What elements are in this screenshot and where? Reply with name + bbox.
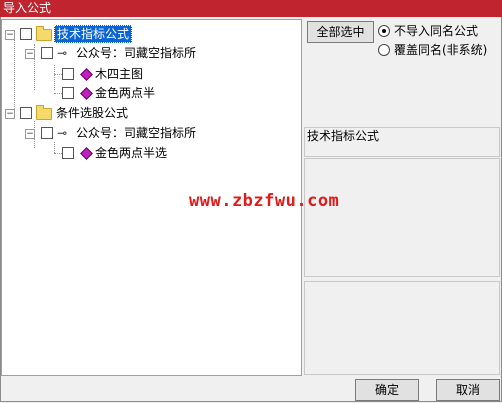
- ok-button[interactable]: 确定: [355, 379, 419, 401]
- tree-node-label[interactable]: 条件选股公式: [56, 105, 128, 121]
- checkbox[interactable]: [41, 127, 53, 139]
- checkbox[interactable]: [62, 87, 74, 99]
- checkbox[interactable]: [62, 68, 74, 80]
- tree-node-account-group[interactable]: − ⊸ 公众号：司藏空指标所: [2, 45, 242, 63]
- tree-node-account-group[interactable]: − ⊸ 公众号：司藏空指标所: [2, 125, 242, 143]
- collapse-icon[interactable]: −: [5, 109, 15, 119]
- tree-node-label[interactable]: 公众号：司藏空指标所: [76, 125, 196, 141]
- tree-node-label[interactable]: 金色两点半选: [95, 145, 167, 161]
- collapse-icon[interactable]: −: [25, 129, 35, 139]
- checkbox[interactable]: [62, 147, 74, 159]
- collapse-icon[interactable]: −: [5, 30, 15, 40]
- key-icon: ⊸: [57, 46, 68, 60]
- checkbox[interactable]: [20, 28, 32, 40]
- tree-node-screening-formulas[interactable]: − 条件选股公式: [2, 105, 202, 123]
- key-icon: ⊸: [57, 126, 68, 140]
- tree-node-formula[interactable]: 金色两点半: [2, 85, 202, 103]
- cancel-button[interactable]: 取消: [436, 379, 500, 401]
- radio-label: 覆盖同名(非系统): [394, 43, 488, 57]
- radio-label: 不导入同名公式: [394, 24, 479, 38]
- title-bar: 导入公式: [0, 0, 502, 17]
- tree-node-technical-formulas[interactable]: − 技术指标公式: [2, 25, 202, 44]
- radio-no-import[interactable]: 不导入同名公式: [378, 23, 498, 39]
- checkbox[interactable]: [41, 47, 53, 59]
- select-all-button[interactable]: 全部选中: [307, 21, 374, 43]
- tree-node-label[interactable]: 技术指标公式: [54, 25, 133, 43]
- tree-node-formula[interactable]: 木四主图: [2, 66, 202, 84]
- tree-node-label[interactable]: 木四主图: [95, 66, 143, 82]
- formula-description-panel: [304, 158, 500, 277]
- collapse-icon[interactable]: −: [25, 49, 35, 59]
- formula-icon: [80, 68, 93, 81]
- formula-icon: [80, 87, 93, 100]
- folder-icon: [36, 105, 52, 120]
- formula-params-panel: [304, 281, 500, 375]
- radio-button[interactable]: [378, 44, 390, 56]
- tree-node-label[interactable]: 公众号：司藏空指标所: [76, 45, 196, 61]
- watermark-text: www.zbzfwu.com: [189, 191, 340, 211]
- formula-icon: [80, 147, 93, 160]
- folder-icon: [36, 26, 52, 41]
- checkbox[interactable]: [20, 107, 32, 119]
- tree-node-formula[interactable]: 金色两点半选: [2, 145, 202, 163]
- formula-category-label: 技术指标公式: [307, 129, 380, 143]
- window-title: 导入公式: [3, 1, 52, 15]
- radio-button[interactable]: [378, 25, 390, 37]
- tree-node-label[interactable]: 金色两点半: [95, 85, 155, 101]
- radio-overwrite[interactable]: 覆盖同名(非系统): [378, 42, 498, 58]
- formula-category-panel: 技术指标公式: [304, 127, 500, 157]
